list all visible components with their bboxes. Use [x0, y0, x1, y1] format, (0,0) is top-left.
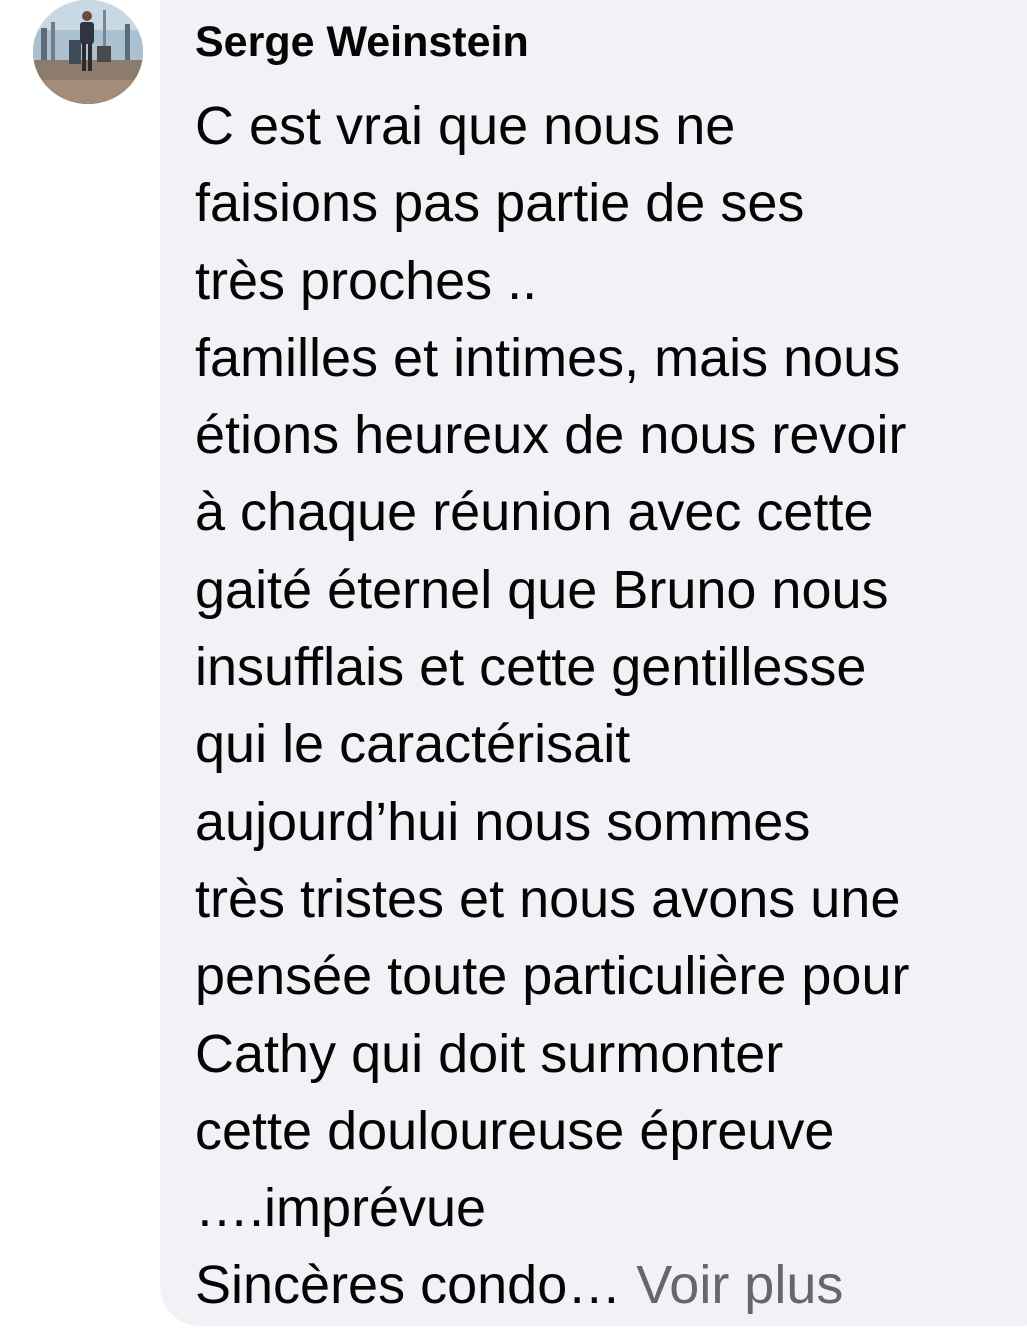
comment-line: très tristes et nous avons une	[195, 868, 901, 929]
comment-line: très proches ..	[195, 250, 538, 311]
comment-line: ….imprévue	[195, 1178, 487, 1239]
comment-author[interactable]: Serge Weinstein	[195, 18, 529, 67]
profile-photo-icon	[33, 0, 143, 104]
comment-line: étions heureux de nous revoir	[195, 405, 907, 466]
truncated-text: Sincères condo…	[195, 1255, 622, 1316]
comment-line: C est vrai que nous ne	[195, 96, 736, 156]
comment-line: pensée toute particulière pour	[195, 946, 910, 1007]
avatar[interactable]	[33, 0, 143, 104]
comment-line: aujourd’hui nous sommes	[195, 791, 811, 852]
comment-last-line: Sincères condo… Voir plus	[195, 1247, 1025, 1324]
comment-line: Cathy qui doit surmonter	[195, 1023, 784, 1084]
see-more-link[interactable]: Voir plus	[636, 1255, 843, 1315]
comment-line: cette douloureuse épreuve	[195, 1100, 835, 1161]
comment: Serge Weinstein C est vrai que nous ne f…	[0, 0, 1027, 1328]
comment-line: qui le caractérisait	[195, 714, 631, 775]
comment-line: insufflais et cette gentillesse	[195, 637, 867, 698]
comment-line: à chaque réunion avec cette	[195, 482, 874, 543]
comment-text: C est vrai que nous ne faisions pas part…	[195, 88, 1025, 1325]
comment-line: familles et intimes, mais nous	[195, 327, 901, 388]
comment-line: gaité éternel que Bruno nous	[195, 559, 889, 620]
comment-line: faisions pas partie de ses	[195, 173, 805, 234]
